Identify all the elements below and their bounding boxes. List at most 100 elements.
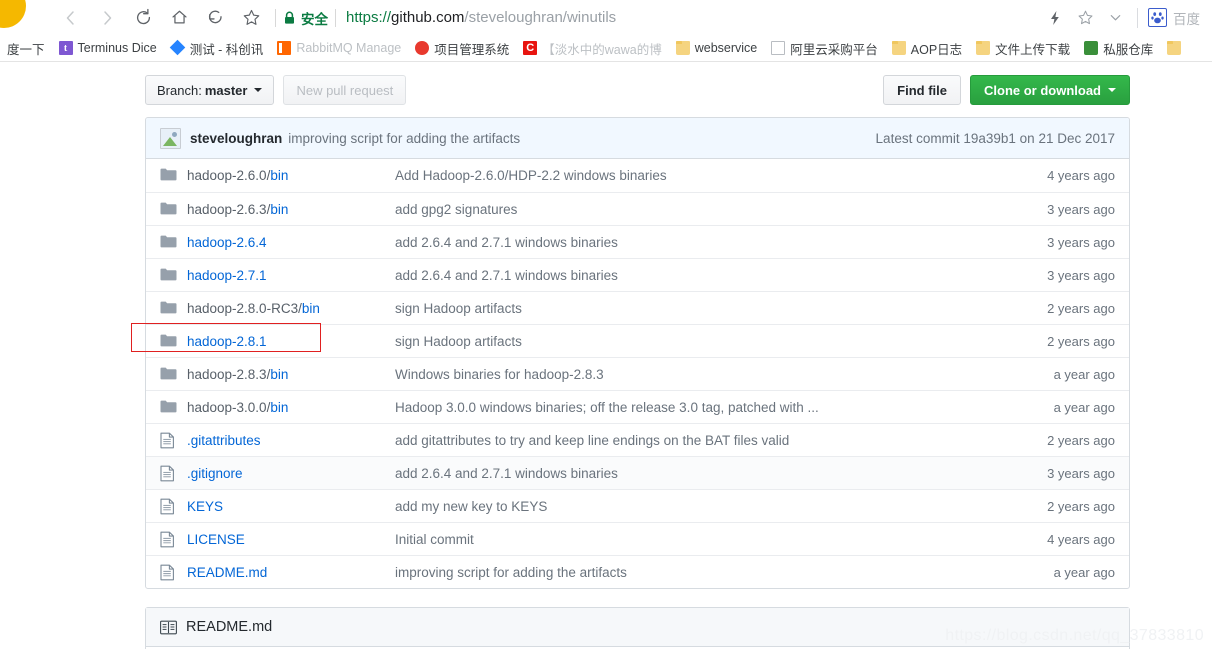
table-row: README.md improving script for adding the… xyxy=(146,555,1129,588)
file-name-cell: hadoop-2.8.1 xyxy=(187,334,395,349)
file-icon xyxy=(160,465,177,482)
commit-message-cell[interactable]: add gpg2 signatures xyxy=(395,202,997,217)
folder-icon xyxy=(160,201,177,218)
commit-message-cell[interactable]: Add Hadoop-2.6.0/HDP-2.2 windows binarie… xyxy=(395,168,997,183)
folder-icon xyxy=(160,300,177,317)
clone-or-download-button[interactable]: Clone or download xyxy=(970,75,1130,105)
file-name-cell: hadoop-2.7.1 xyxy=(187,268,395,283)
file-name-cell: hadoop-3.0.0/bin xyxy=(187,400,395,415)
file-name-link[interactable]: bin xyxy=(270,168,288,183)
commit-message-cell[interactable]: Hadoop 3.0.0 windows binaries; off the r… xyxy=(395,400,997,415)
chevron-down-icon xyxy=(1108,88,1116,92)
new-pull-request-button[interactable]: New pull request xyxy=(283,75,407,105)
bookmark-label: webservice xyxy=(694,41,758,55)
commit-message-cell[interactable]: add gitattributes to try and keep line e… xyxy=(395,433,997,448)
commit-message-cell[interactable]: add 2.6.4 and 2.7.1 windows binaries xyxy=(395,268,997,283)
commit-message-link[interactable]: improving script for adding the artifact… xyxy=(288,131,520,146)
terminus-icon: t xyxy=(58,41,73,55)
file-name-link[interactable]: KEYS xyxy=(187,499,223,514)
file-name-link[interactable]: hadoop-2.7.1 xyxy=(187,268,267,283)
file-path-prefix: hadoop-2.6.0/ xyxy=(187,168,271,183)
bookmark-item[interactable]: C 【淡水中的wawa的博 xyxy=(516,37,668,59)
search-engine-label: 百度 xyxy=(1173,11,1200,27)
bookmark-item[interactable] xyxy=(1160,37,1188,59)
bookmark-label: Terminus Dice xyxy=(77,41,157,55)
file-name-link[interactable]: bin xyxy=(270,202,288,217)
search-engine-selector[interactable]: 百度 xyxy=(1137,7,1200,28)
lightning-icon[interactable] xyxy=(1041,4,1069,32)
bookmark-item[interactable]: 测试 - 科创讯 xyxy=(164,37,271,59)
bookmark-item[interactable]: 项目管理系统 xyxy=(408,37,516,59)
bookmark-item[interactable]: 阿里云采购平台 xyxy=(764,37,885,59)
star-icon[interactable] xyxy=(234,3,268,33)
bookmark-item[interactable]: 度一下 xyxy=(0,37,52,59)
file-name-link[interactable]: bin xyxy=(302,301,320,316)
bookmark-item[interactable]: RabbitMQ Manage xyxy=(270,37,408,59)
reload-icon[interactable] xyxy=(126,3,160,33)
file-name-link[interactable]: hadoop-2.8.1 xyxy=(187,334,267,349)
commit-time-cell: 2 years ago xyxy=(1047,498,1115,514)
commit-message-cell[interactable]: Windows binaries for hadoop-2.8.3 xyxy=(395,367,997,382)
file-icon xyxy=(160,531,177,548)
bookmark-label: AOP日志 xyxy=(910,42,963,57)
address-bar[interactable]: https://github.com/steveloughran/winutil… xyxy=(343,9,1041,26)
folder-icon xyxy=(160,399,177,416)
toolbar-divider xyxy=(275,8,276,27)
commit-time-cell: a year ago xyxy=(1053,564,1115,580)
file-name-link[interactable]: README.md xyxy=(187,565,267,580)
folder-icon xyxy=(976,41,991,55)
bookmark-item[interactable]: t Terminus Dice xyxy=(52,37,164,59)
commit-sha-link[interactable]: 19a39b1 xyxy=(963,131,1016,146)
bookmark-item[interactable]: 文件上传下载 xyxy=(969,37,1077,59)
commit-message-cell[interactable]: add 2.6.4 and 2.7.1 windows binaries xyxy=(395,235,997,250)
file-icon xyxy=(160,564,177,581)
file-rows-container: hadoop-2.6.0/bin Add Hadoop-2.6.0/HDP-2.2… xyxy=(146,159,1129,588)
folder-icon xyxy=(160,366,177,383)
star-outline-icon[interactable] xyxy=(1071,4,1099,32)
find-file-button[interactable]: Find file xyxy=(883,75,961,105)
undo-icon[interactable] xyxy=(198,3,232,33)
url-host: github.com xyxy=(391,9,465,26)
folder-icon xyxy=(160,167,177,184)
clone-label: Clone or download xyxy=(984,82,1101,98)
forward-icon[interactable] xyxy=(90,3,124,33)
bookmark-item[interactable]: AOP日志 xyxy=(885,37,969,59)
bookmark-label: 项目管理系统 xyxy=(434,42,510,57)
home-icon[interactable] xyxy=(162,3,196,33)
table-row: hadoop-2.6.0/bin Add Hadoop-2.6.0/HDP-2.2… xyxy=(146,159,1129,192)
bookmark-item[interactable]: 私服仓库 xyxy=(1077,37,1160,59)
file-name-link[interactable]: bin xyxy=(270,400,288,415)
site-security-indicator[interactable]: 安全 xyxy=(283,8,328,28)
bookmark-label: 测试 - 科创讯 xyxy=(189,42,264,57)
commit-message-cell[interactable]: improving script for adding the artifact… xyxy=(395,565,997,580)
table-row: .gitignore add 2.6.4 and 2.7.1 windows bi… xyxy=(146,456,1129,489)
github-repo-page: Branch: master New pull request Find fil… xyxy=(0,62,1212,649)
commit-message-cell[interactable]: sign Hadoop artifacts xyxy=(395,301,997,316)
commit-message-cell[interactable]: add my new key to KEYS xyxy=(395,499,997,514)
file-name-link[interactable]: .gitignore xyxy=(187,466,243,481)
bookmark-label: 阿里云采购平台 xyxy=(790,42,878,57)
back-icon[interactable] xyxy=(54,3,88,33)
file-name-link[interactable]: hadoop-2.6.4 xyxy=(187,235,267,250)
security-label: 安全 xyxy=(301,11,328,27)
commit-message-cell[interactable]: sign Hadoop artifacts xyxy=(395,334,997,349)
folder-icon xyxy=(160,234,177,251)
commit-message-cell[interactable]: Initial commit xyxy=(395,532,997,547)
bookmark-item[interactable]: webservice xyxy=(669,37,765,59)
commit-author-link[interactable]: steveloughran xyxy=(190,131,282,146)
branch-selector-button[interactable]: Branch: master xyxy=(145,75,275,105)
table-row: hadoop-2.8.0-RC3/bin sign Hadoop artifact… xyxy=(146,291,1129,324)
commit-time-cell: 3 years ago xyxy=(1047,267,1115,283)
file-name-link[interactable]: .gitattributes xyxy=(187,433,261,448)
commit-message-cell[interactable]: add 2.6.4 and 2.7.1 windows binaries xyxy=(395,466,997,481)
file-table: steveloughran improving script for addin… xyxy=(145,117,1130,589)
file-name-link[interactable]: bin xyxy=(270,367,288,382)
bookmark-label: RabbitMQ Manage xyxy=(296,41,402,55)
bookmark-label: 私服仓库 xyxy=(1103,42,1154,57)
url-path: /steveloughran/winutils xyxy=(464,9,617,26)
csdn-icon: C xyxy=(523,41,538,55)
diamond-icon xyxy=(169,39,185,56)
chevron-down-icon[interactable] xyxy=(1101,4,1129,32)
avatar xyxy=(160,127,181,149)
file-name-link[interactable]: LICENSE xyxy=(187,532,245,547)
